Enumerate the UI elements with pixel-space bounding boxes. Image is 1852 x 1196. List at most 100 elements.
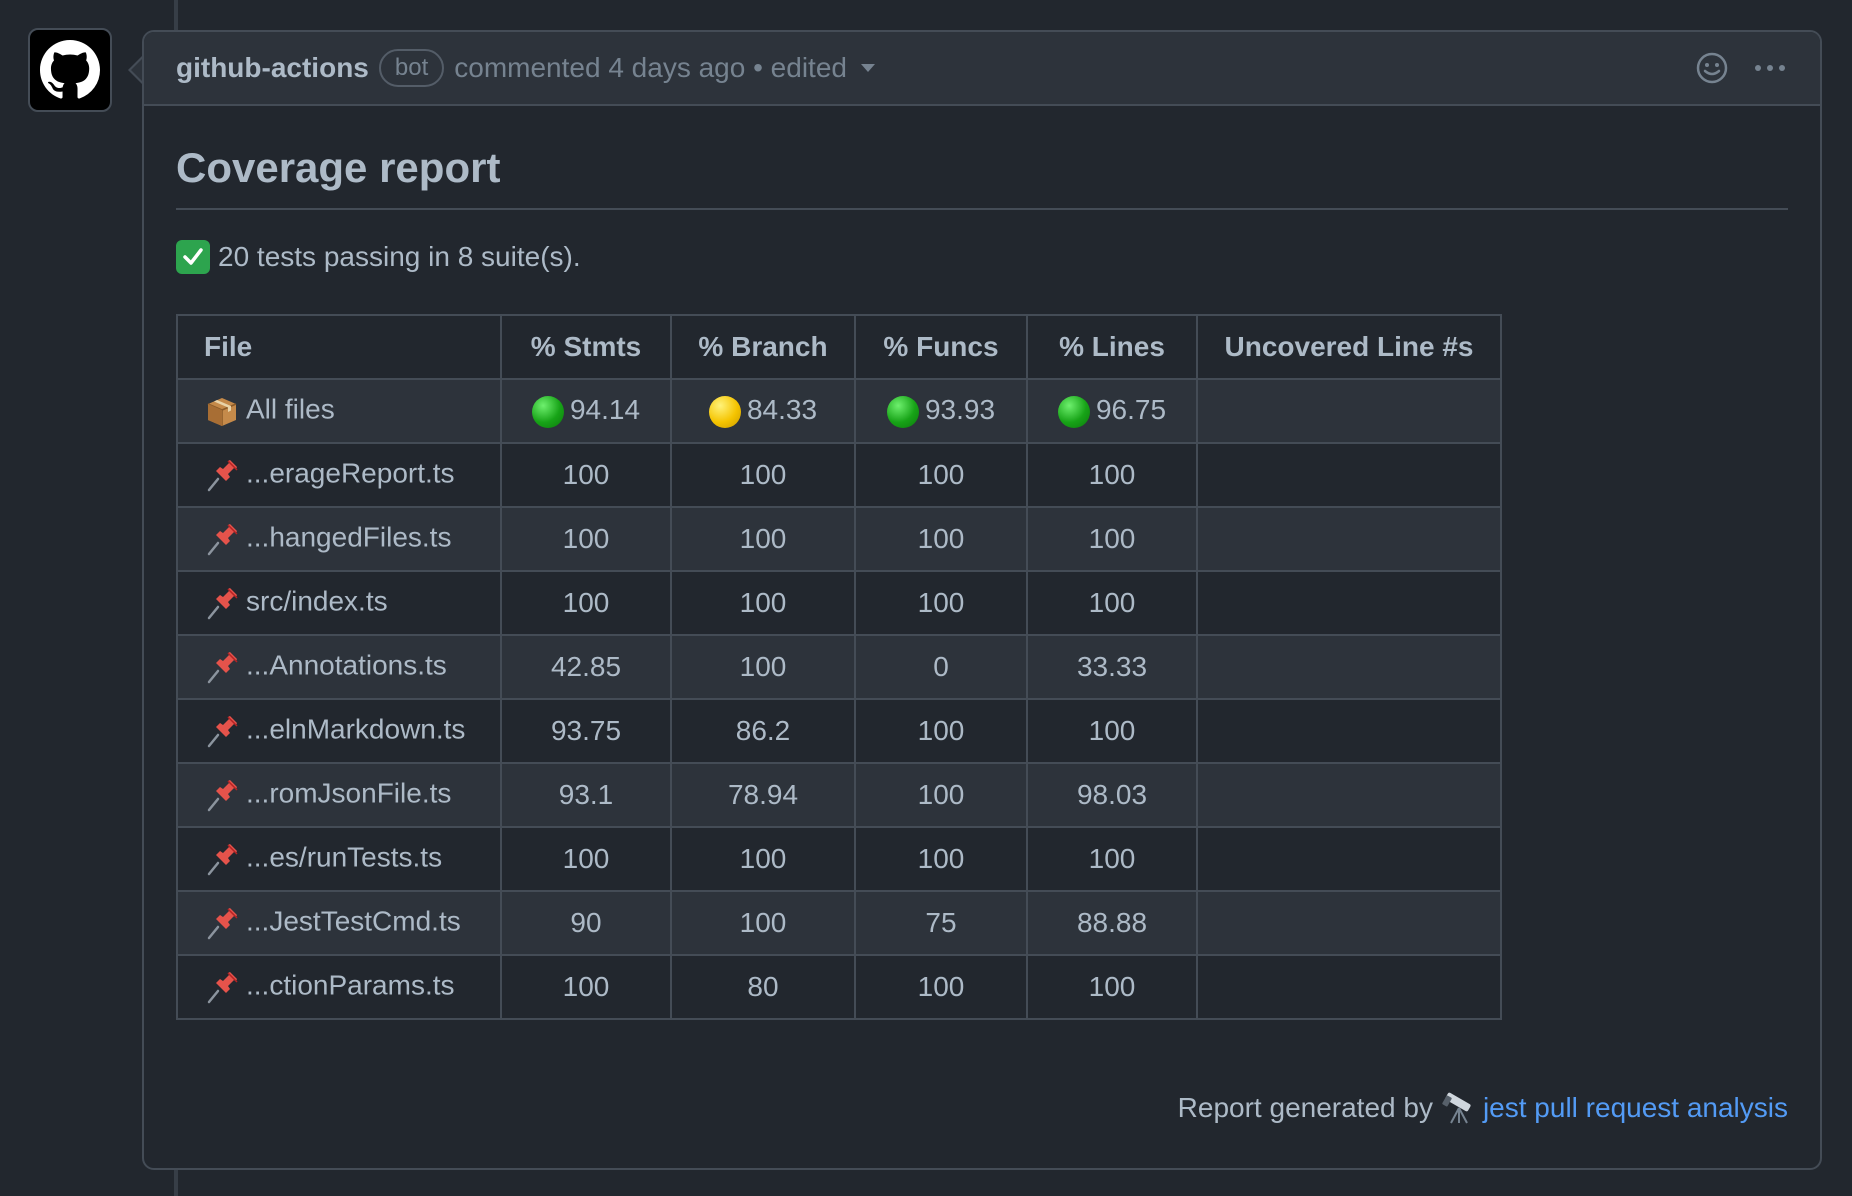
lines-cell: 33.33: [1026, 634, 1198, 700]
green-circle-icon: [531, 395, 564, 428]
pushpin-icon: [207, 908, 238, 940]
branch-cell: 80: [670, 954, 856, 1020]
column-header-lines: % Lines: [1026, 314, 1198, 380]
header-actions: [1694, 50, 1790, 86]
file-name: ...erageReport.ts: [246, 457, 455, 489]
green-circle-icon: [1057, 395, 1090, 428]
comment-meta[interactable]: commented 4 days ago • edited: [454, 52, 847, 84]
branch-cell: 86.2: [670, 698, 856, 764]
comment-card: github-actions bot commented 4 days ago …: [142, 30, 1822, 1170]
report-footer: Report generated by jest pull request an…: [1178, 1090, 1788, 1126]
file-name: ...ctionParams.ts: [246, 969, 455, 1001]
table-row: ...hangedFiles.ts 100 100 100 100: [176, 506, 1502, 572]
pushpin-icon: [207, 524, 238, 556]
footer-link[interactable]: jest pull request analysis: [1483, 1092, 1788, 1124]
pushpin-icon: [207, 588, 238, 620]
file-name: ...Annotations.ts: [246, 649, 447, 681]
stmts-cell: 42.85: [500, 634, 672, 700]
page: github-actions bot commented 4 days ago …: [0, 0, 1852, 1196]
lines-value: 96.75: [1095, 394, 1167, 426]
file-name: ...romJsonFile.ts: [246, 777, 452, 809]
file-cell: ...romJsonFile.ts: [176, 762, 502, 828]
coverage-table: File % Stmts % Branch % Funcs % Lines Un…: [176, 314, 1502, 1020]
table-header-row: File % Stmts % Branch % Funcs % Lines Un…: [176, 314, 1502, 380]
branch-cell: 84.33: [670, 378, 856, 444]
funcs-cell: 100: [854, 506, 1028, 572]
smiley-icon[interactable]: [1694, 50, 1730, 86]
stmts-cell: 100: [500, 570, 672, 636]
uncovered-cell: [1196, 698, 1502, 764]
column-header-uncovered: Uncovered Line #s: [1196, 314, 1502, 380]
pushpin-icon: [207, 844, 238, 876]
table-row: ...romJsonFile.ts 93.1 78.94 100 98.03: [176, 762, 1502, 828]
lines-cell: 100: [1026, 570, 1198, 636]
bot-badge: bot: [378, 49, 445, 87]
green-circle-icon: [886, 395, 919, 428]
pushpin-icon: [207, 460, 238, 492]
stmts-cell: 94.14: [500, 378, 672, 444]
uncovered-cell: [1196, 570, 1502, 636]
table-row: ...JestTestCmd.ts 90 100 75 88.88: [176, 890, 1502, 956]
table-row: ...ctionParams.ts 100 80 100 100: [176, 954, 1502, 1020]
file-cell: ...erageReport.ts: [176, 442, 502, 508]
funcs-cell: 93.93: [854, 378, 1028, 444]
column-header-branch: % Branch: [670, 314, 856, 380]
file-name: ...JestTestCmd.ts: [246, 905, 461, 937]
branch-cell: 100: [670, 890, 856, 956]
lines-cell: 98.03: [1026, 762, 1198, 828]
file-name: ...es/runTests.ts: [246, 841, 443, 873]
uncovered-cell: [1196, 506, 1502, 572]
file-cell: src/index.ts: [176, 570, 502, 636]
branch-cell: 100: [670, 570, 856, 636]
funcs-cell: 100: [854, 826, 1028, 892]
uncovered-cell: [1196, 442, 1502, 508]
table-row: ...erageReport.ts 100 100 100 100: [176, 442, 1502, 508]
pushpin-icon: [207, 716, 238, 748]
branch-cell: 100: [670, 634, 856, 700]
file-cell: ...JestTestCmd.ts: [176, 890, 502, 956]
chevron-down-icon[interactable]: [860, 64, 875, 72]
uncovered-cell: [1196, 762, 1502, 828]
uncovered-cell: [1196, 954, 1502, 1020]
yellow-circle-icon: [708, 395, 741, 428]
table-row: ...Annotations.ts 42.85 100 0 33.33: [176, 634, 1502, 700]
branch-value: 84.33: [746, 394, 818, 426]
funcs-cell: 100: [854, 442, 1028, 508]
branch-cell: 78.94: [670, 762, 856, 828]
branch-cell: 100: [670, 826, 856, 892]
summary-text: 20 tests passing in 8 suite(s).: [218, 241, 581, 272]
author-link[interactable]: github-actions: [176, 52, 369, 84]
column-header-file: File: [176, 314, 502, 380]
all-files-label: All files: [246, 393, 335, 425]
funcs-cell: 100: [854, 698, 1028, 764]
stmts-cell: 93.1: [500, 762, 672, 828]
telescope-icon: [1442, 1092, 1471, 1124]
stmts-cell: 100: [500, 506, 672, 572]
pushpin-icon: [207, 780, 238, 812]
table-row-all-files: All files 94.14 84.33 93.93 96.75: [176, 378, 1502, 444]
test-summary: 20 tests passing in 8 suite(s).: [176, 240, 1788, 274]
uncovered-cell: [1196, 890, 1502, 956]
lines-cell: 100: [1026, 506, 1198, 572]
funcs-cell: 100: [854, 570, 1028, 636]
stmts-cell: 100: [500, 442, 672, 508]
kebab-icon[interactable]: [1750, 50, 1790, 86]
funcs-cell: 100: [854, 762, 1028, 828]
stmts-value: 94.14: [569, 394, 641, 426]
file-name: ...hangedFiles.ts: [246, 521, 452, 553]
pushpin-icon: [207, 652, 238, 684]
uncovered-cell: [1196, 378, 1502, 444]
funcs-cell: 100: [854, 954, 1028, 1020]
column-header-funcs: % Funcs: [854, 314, 1028, 380]
branch-cell: 100: [670, 442, 856, 508]
file-cell: ...ctionParams.ts: [176, 954, 502, 1020]
file-name: ...elnMarkdown.ts: [246, 713, 466, 745]
stmts-cell: 90: [500, 890, 672, 956]
lines-cell: 100: [1026, 698, 1198, 764]
funcs-cell: 75: [854, 890, 1028, 956]
file-cell: ...elnMarkdown.ts: [176, 698, 502, 764]
comment-header: github-actions bot commented 4 days ago …: [144, 32, 1820, 106]
avatar[interactable]: [28, 28, 112, 112]
table-row: ...elnMarkdown.ts 93.75 86.2 100 100: [176, 698, 1502, 764]
table-row: src/index.ts 100 100 100 100: [176, 570, 1502, 636]
